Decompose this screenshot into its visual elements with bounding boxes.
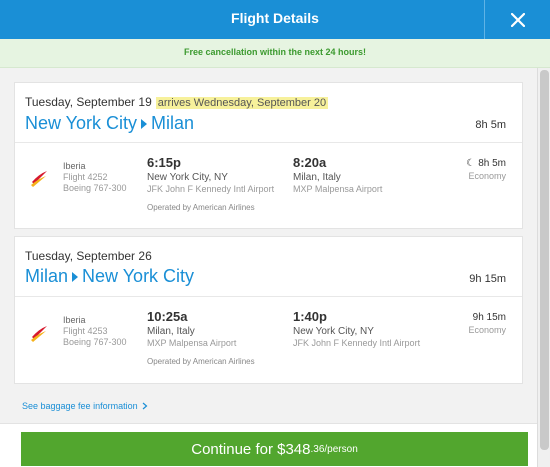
cabin-class: Economy: [468, 171, 506, 181]
leg-summary: ☾ 8h 5m Economy: [466, 157, 506, 183]
route-title: New York City Milan: [25, 113, 194, 134]
flight-number: Flight 4253: [63, 326, 108, 336]
banner-text: Free cancellation within the next 24 hou…: [183, 47, 367, 57]
route-title: Milan New York City: [25, 266, 194, 287]
page-title: Flight Details: [231, 10, 319, 26]
departure-info: 10:25a Milan, Italy MXP Malpensa Airport: [147, 309, 236, 349]
continue-price-suffix: .36/person: [310, 443, 358, 455]
route-origin: New York City: [25, 113, 138, 133]
operated-by: Operated by American Airlines: [147, 357, 255, 366]
header-bar: Flight Details: [0, 0, 550, 39]
arrive-city: Milan, Italy: [293, 172, 341, 183]
arrive-airport: MXP Malpensa Airport: [293, 184, 383, 194]
scrollbar-thumb[interactable]: [540, 70, 549, 450]
return-card: Tuesday, September 26 Milan New York Cit…: [14, 236, 523, 384]
footer-bar: Continue for $348.36/person: [0, 423, 537, 467]
depart-city: New York City, NY: [147, 172, 228, 183]
aircraft: Boeing 767-300: [63, 337, 127, 347]
airline-info: Iberia Flight 4252 Boeing 767-300: [63, 161, 127, 194]
arrive-airport: JFK John F Kennedy Intl Airport: [293, 338, 421, 348]
scrollbar[interactable]: [537, 68, 550, 467]
leg-duration: 9h 15m: [472, 312, 506, 323]
iberia-logo-icon: [31, 171, 47, 187]
operated-by: Operated by American Airlines: [147, 203, 255, 212]
arrives-note: arrives Wednesday, September 20: [155, 97, 329, 109]
cancellation-banner: Free cancellation within the next 24 hou…: [0, 39, 550, 68]
trip-date: Tuesday, September 26: [25, 249, 152, 263]
baggage-fee-link[interactable]: See baggage fee information: [22, 401, 148, 411]
outbound-card: Tuesday, September 19 arrives Wednesday, …: [14, 82, 523, 229]
trip-duration: 9h 15m: [469, 273, 506, 285]
continue-button[interactable]: Continue for $348.36/person: [21, 432, 528, 466]
depart-airport: MXP Malpensa Airport: [147, 338, 237, 348]
departure-info: 6:15p New York City, NY JFK John F Kenne…: [147, 155, 274, 195]
leg-duration: 8h 5m: [478, 158, 506, 169]
close-icon: [510, 12, 525, 27]
flight-number: Flight 4252: [63, 172, 108, 182]
aircraft: Boeing 767-300: [63, 183, 127, 193]
arrival-info: 1:40p New York City, NY JFK John F Kenne…: [293, 309, 420, 349]
arrive-time: 8:20a: [293, 155, 327, 170]
airline-name: Iberia: [63, 315, 86, 325]
airline-info: Iberia Flight 4253 Boeing 767-300: [63, 315, 127, 348]
depart-time: 6:15p: [147, 155, 181, 170]
moon-icon: ☾: [466, 158, 476, 169]
route-arrow-icon: [72, 271, 79, 282]
arrive-time: 1:40p: [293, 309, 327, 324]
continue-label: Continue for $348: [191, 440, 311, 458]
iberia-logo-icon: [31, 326, 47, 342]
trip-date: Tuesday, September 19 arrives Wednesday, …: [25, 95, 329, 109]
trip-date-text: Tuesday, September 19: [25, 95, 152, 109]
route-destination: New York City: [82, 266, 195, 286]
depart-airport: JFK John F Kennedy Intl Airport: [147, 184, 275, 194]
depart-time: 10:25a: [147, 309, 188, 324]
depart-city: Milan, Italy: [147, 326, 195, 337]
arrive-city: New York City, NY: [293, 326, 374, 337]
cabin-class: Economy: [468, 325, 506, 335]
divider: [15, 142, 522, 143]
baggage-fee-label: See baggage fee information: [22, 401, 138, 411]
divider: [15, 296, 522, 297]
route-destination: Milan: [151, 113, 195, 133]
route-origin: Milan: [25, 266, 69, 286]
trip-date-text: Tuesday, September 26: [25, 249, 152, 263]
chevron-right-icon: [142, 402, 148, 410]
airline-name: Iberia: [63, 161, 86, 171]
close-button[interactable]: [484, 0, 550, 39]
leg-summary: 9h 15m Economy: [468, 311, 506, 337]
route-arrow-icon: [141, 118, 148, 129]
arrival-info: 8:20a Milan, Italy MXP Malpensa Airport: [293, 155, 382, 195]
trip-duration: 8h 5m: [475, 119, 506, 131]
